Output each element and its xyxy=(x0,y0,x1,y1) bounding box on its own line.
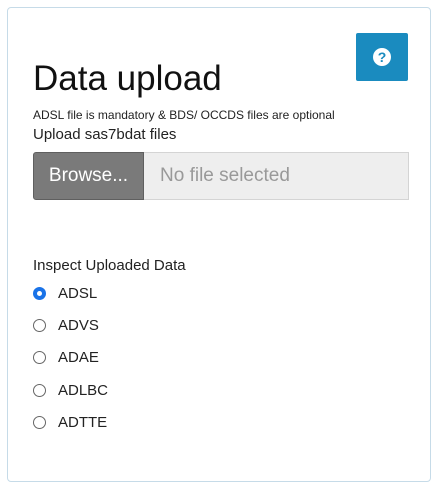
page-title: Data upload xyxy=(33,59,222,98)
radio-button-adlbc[interactable] xyxy=(33,383,46,397)
radio-option-adsl[interactable]: ADSL xyxy=(33,283,97,303)
upload-note: ADSL file is mandatory & BDS/ OCCDS file… xyxy=(33,108,335,122)
file-upload-input[interactable]: Browse... No file selected xyxy=(33,152,409,200)
radio-label: ADAE xyxy=(58,348,99,366)
radio-option-adtte[interactable]: ADTTE xyxy=(33,412,107,432)
radio-label: ADSL xyxy=(58,284,98,302)
radio-option-adae[interactable]: ADAE xyxy=(33,347,99,367)
radio-button-adsl[interactable] xyxy=(33,286,46,300)
radio-label: ADTTE xyxy=(58,413,108,431)
upload-label: Upload sas7bdat files xyxy=(33,126,177,143)
help-button[interactable]: ? xyxy=(356,33,408,81)
radio-option-adlbc[interactable]: ADLBC xyxy=(33,380,108,400)
radio-label: ADLBC xyxy=(58,381,109,399)
radio-button-advs[interactable] xyxy=(33,318,46,332)
file-name-display: No file selected xyxy=(144,152,409,200)
inspect-label: Inspect Uploaded Data xyxy=(33,257,186,274)
browse-button[interactable]: Browse... xyxy=(33,152,144,200)
question-circle-icon: ? xyxy=(373,48,391,66)
radio-button-adae[interactable] xyxy=(33,350,46,364)
radio-label: ADVS xyxy=(58,316,99,334)
radio-button-adtte[interactable] xyxy=(33,415,46,429)
data-upload-panel: ? Data upload ADSL file is mandatory & B… xyxy=(7,7,431,482)
radio-option-advs[interactable]: ADVS xyxy=(33,315,99,335)
